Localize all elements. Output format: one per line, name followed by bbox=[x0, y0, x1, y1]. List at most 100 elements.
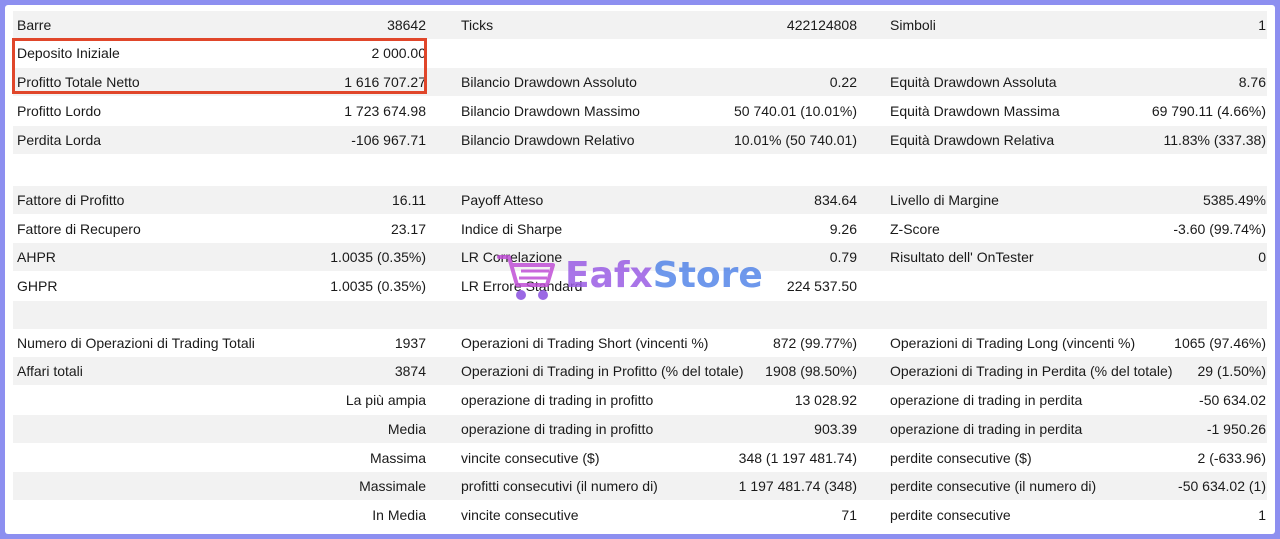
value-col1: 3874 bbox=[394, 363, 426, 379]
label-col1: AHPR bbox=[17, 249, 56, 265]
label-col2: Ticks bbox=[461, 17, 494, 33]
value-col2: 224 537.50 bbox=[786, 278, 857, 294]
label-col1: Fattore di Recupero bbox=[17, 221, 141, 237]
label-col3: Z-Score bbox=[890, 221, 940, 237]
table-row: Fattore di Recupero 23.17 Indice di Sharpe… bbox=[13, 215, 1267, 243]
value-col2: 0.79 bbox=[829, 249, 857, 265]
value-col1: -106 967.71 bbox=[351, 132, 426, 148]
label-col2: Operazioni di Trading Short (vincenti %) bbox=[461, 335, 709, 351]
table-row: Deposito Iniziale 2 000.00 bbox=[13, 39, 1267, 67]
label-col1: Fattore di Profitto bbox=[17, 192, 125, 208]
label-col2: LR Correlazione bbox=[461, 249, 563, 265]
label-col3: Operazioni di Trading in Perdita (% del … bbox=[890, 363, 1173, 379]
label-col3: Simboli bbox=[890, 17, 936, 33]
label-col2: profitti consecutivi (il numero di) bbox=[461, 478, 658, 494]
table-row: Affari totali 3874 Operazioni di Trading i… bbox=[13, 357, 1267, 385]
label-col2: Bilancio Drawdown Relativo bbox=[461, 132, 635, 148]
table-row: Profitto Totale Netto 1 616 707.27 Bilanci… bbox=[13, 68, 1267, 96]
value-col3: 11.83% (337.38) bbox=[1163, 132, 1266, 148]
value-col3: 1 bbox=[1258, 17, 1266, 33]
value-col2: 50 740.01 (10.01%) bbox=[734, 103, 857, 119]
label-col3: perdite consecutive ($) bbox=[890, 450, 1032, 466]
value-col1: 1.0035 (0.35%) bbox=[330, 249, 426, 265]
table-row: Numero di Operazioni di Trading Totali 19… bbox=[13, 329, 1267, 357]
value-col2: 903.39 bbox=[814, 421, 857, 437]
label-col3: Operazioni di Trading Long (vincenti %) bbox=[890, 335, 1136, 351]
value-col3: -50 634.02 bbox=[1199, 392, 1266, 408]
label-col3: operazione di trading in perdita bbox=[890, 421, 1083, 437]
value-col1: La più ampia bbox=[345, 392, 426, 408]
table-row: Barre 38642 Ticks 422124808 Simboli 1 bbox=[13, 11, 1267, 39]
label-col2: Bilancio Drawdown Massimo bbox=[461, 103, 640, 119]
report-panel: Barre 38642 Ticks 422124808 Simboli 1 Deposito… bbox=[5, 5, 1275, 534]
value-col1: 16.11 bbox=[392, 192, 426, 208]
value-col2: 834.64 bbox=[814, 192, 857, 208]
value-col2: 1 197 481.74 (348) bbox=[738, 478, 857, 494]
label-col2: Payoff Atteso bbox=[461, 192, 544, 208]
label-col3: Livello di Margine bbox=[890, 192, 999, 208]
table-row bbox=[13, 155, 1267, 183]
table-row: Massimale profitti consecutivi (il numero… bbox=[13, 472, 1267, 500]
table-row: Perdita Lorda -106 967.71 Bilancio Drawdow… bbox=[13, 126, 1267, 154]
label-col2: vincite consecutive bbox=[461, 507, 579, 523]
value-col1: 1.0035 (0.35%) bbox=[330, 278, 426, 294]
value-col1: 1 723 674.98 bbox=[344, 103, 426, 119]
label-col2: operazione di trading in profitto bbox=[461, 392, 654, 408]
value-col2: 422124808 bbox=[786, 17, 857, 33]
table-row: La più ampia operazione di trading in pro… bbox=[13, 386, 1267, 414]
value-col1: 23.17 bbox=[390, 221, 426, 237]
table-row bbox=[13, 301, 1267, 329]
label-col2: operazione di trading in profitto bbox=[461, 421, 654, 437]
value-col1: Massima bbox=[369, 450, 426, 466]
value-col3: -50 634.02 (1) bbox=[1178, 478, 1266, 494]
label-col2: LR Errore Standard bbox=[461, 278, 583, 294]
value-col1: 1937 bbox=[394, 335, 426, 351]
label-col3: perdite consecutive bbox=[890, 507, 1011, 523]
value-col1: Massimale bbox=[359, 478, 426, 494]
value-col1: Media bbox=[387, 421, 426, 437]
label-col3: Risultato dell' OnTester bbox=[890, 249, 1034, 265]
value-col1: In Media bbox=[372, 507, 426, 523]
table-row: Profitto Lordo 1 723 674.98 Bilancio Drawd… bbox=[13, 97, 1267, 125]
value-col2: 13 028.92 bbox=[794, 392, 857, 408]
label-col3: Equità Drawdown Massima bbox=[890, 103, 1060, 119]
value-col1: 2 000.00 bbox=[371, 45, 427, 61]
label-col1: Numero di Operazioni di Trading Totali bbox=[17, 335, 255, 351]
label-col2: Bilancio Drawdown Assoluto bbox=[461, 74, 637, 90]
value-col3: 0 bbox=[1258, 249, 1266, 265]
label-col1: Affari totali bbox=[17, 363, 83, 379]
value-col3: -1 950.26 bbox=[1206, 421, 1266, 437]
value-col3: 5385.49% bbox=[1202, 192, 1266, 208]
label-col1: Profitto Totale Netto bbox=[17, 74, 140, 90]
value-col2: 71 bbox=[841, 507, 857, 523]
label-col2: vincite consecutive ($) bbox=[461, 450, 600, 466]
value-col3: 1065 (97.46%) bbox=[1174, 335, 1266, 351]
label-col3: perdite consecutive (il numero di) bbox=[890, 478, 1097, 494]
value-col2: 1908 (98.50%) bbox=[765, 363, 857, 379]
value-col1: 1 616 707.27 bbox=[344, 74, 426, 90]
table-row: GHPR 1.0035 (0.35%) LR Errore Standard 224 … bbox=[13, 272, 1267, 300]
value-col3: 8.76 bbox=[1238, 74, 1266, 90]
label-col3: Equità Drawdown Assoluta bbox=[890, 74, 1057, 90]
table-row: Media operazione di trading in profitto 90… bbox=[13, 415, 1267, 443]
label-col1: GHPR bbox=[17, 278, 58, 294]
value-col2: 872 (99.77%) bbox=[772, 335, 857, 351]
label-col2: Operazioni di Trading in Profitto (% del… bbox=[461, 363, 744, 379]
label-col1: Barre bbox=[17, 17, 52, 33]
label-col1: Perdita Lorda bbox=[17, 132, 102, 148]
label-col2: Indice di Sharpe bbox=[461, 221, 563, 237]
label-col3: operazione di trading in perdita bbox=[890, 392, 1083, 408]
table-row: Massima vincite consecutive ($) 348 (1 197… bbox=[13, 444, 1267, 472]
value-col2: 348 (1 197 481.74) bbox=[738, 450, 857, 466]
value-col1: 38642 bbox=[387, 17, 426, 33]
table-row: AHPR 1.0035 (0.35%) LR Correlazione 0.79 Ris… bbox=[13, 243, 1267, 271]
value-col2: 10.01% (50 740.01) bbox=[734, 132, 857, 148]
table-row: In Media vincite consecutive 71 perdite con… bbox=[13, 501, 1267, 529]
value-col3: 29 (1.50%) bbox=[1197, 363, 1266, 379]
value-col2: 9.26 bbox=[829, 221, 857, 237]
value-col3: 69 790.11 (4.66%) bbox=[1151, 103, 1266, 119]
table-row: Fattore di Profitto 16.11 Payoff Atteso 834… bbox=[13, 186, 1267, 214]
label-col1: Profitto Lordo bbox=[17, 103, 102, 119]
value-col3: -3.60 (99.74%) bbox=[1173, 221, 1266, 237]
value-col3: 1 bbox=[1258, 507, 1266, 523]
